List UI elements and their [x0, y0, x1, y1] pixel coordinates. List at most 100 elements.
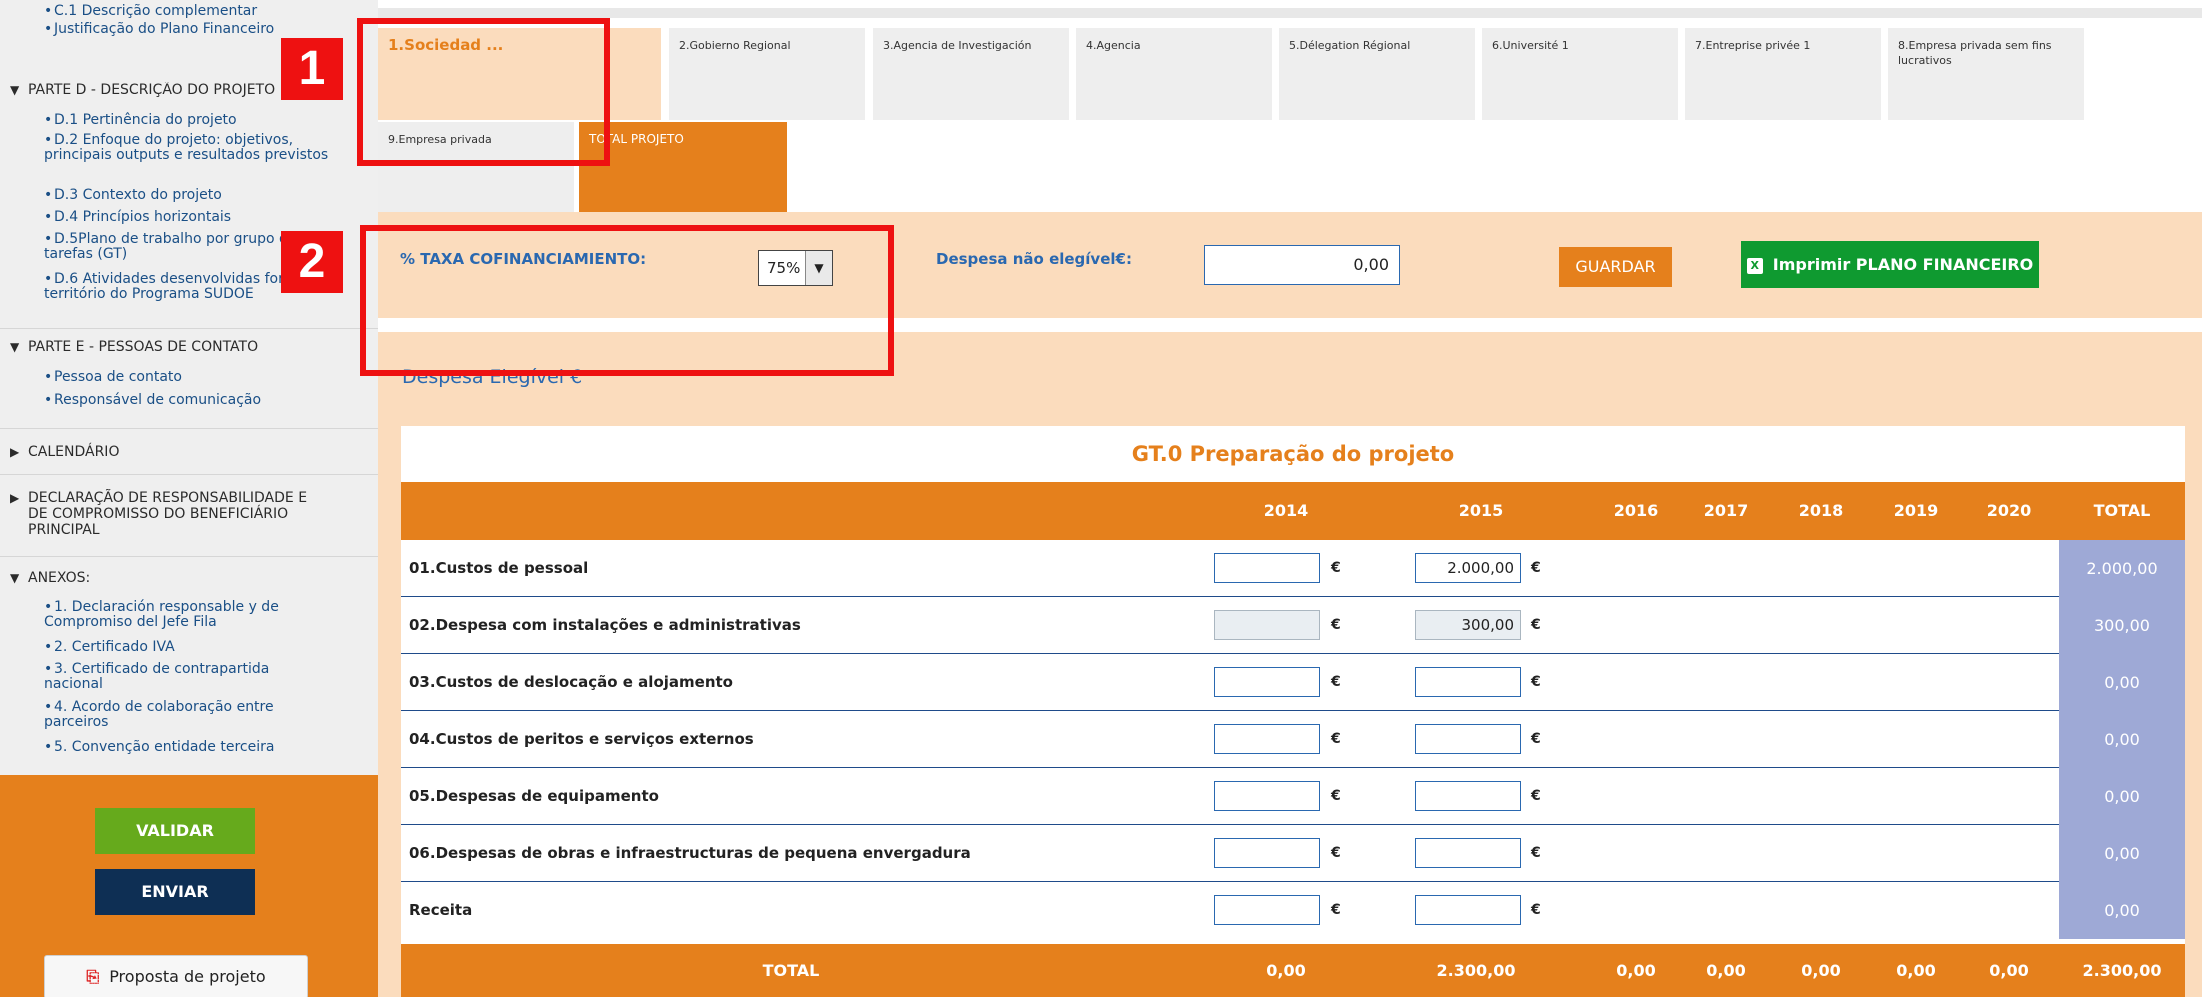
row-total: 0,00: [2059, 711, 2185, 768]
table-row: 05.Despesas de equipamento € € 0,00: [401, 768, 2185, 825]
row-label: 06.Despesas de obras e infraestructuras …: [409, 844, 971, 862]
despesa-nao-elegivel-label: Despesa não elegível€:: [936, 250, 1132, 268]
tab-partner-5[interactable]: 5.Délegation Régional: [1279, 28, 1475, 120]
col-2020: 2020: [1986, 501, 2032, 520]
sidebar-item-d2[interactable]: • D.2 Enfoque do projeto: objetivos, prin…: [44, 133, 334, 163]
footer-2020: 0,00: [1989, 961, 2029, 980]
table-row: 03.Custos de deslocação e alojamento € €…: [401, 654, 2185, 711]
table-row: 01.Custos de pessoal € 2.000,00 € 2.000,…: [401, 540, 2185, 597]
section-part-e[interactable]: ▼ PARTE E - PESSOAS DE CONTATO: [10, 339, 258, 355]
col-2018: 2018: [1798, 501, 1844, 520]
row-total: 0,00: [2059, 768, 2185, 825]
proposta-button[interactable]: ⎘ Proposta de projeto: [44, 955, 308, 997]
sidebar-item-d1[interactable]: • D.1 Pertinência do projeto: [44, 113, 237, 128]
sidebar-item-anexo-2[interactable]: • 2. Certificado IVA: [44, 640, 175, 655]
row-total: 2.000,00: [2059, 540, 2185, 597]
row-total: 300,00: [2059, 597, 2185, 654]
cell-input-2014[interactable]: [1214, 610, 1320, 640]
tab-partner-4[interactable]: 4.Agencia: [1076, 28, 1272, 120]
section-calendario[interactable]: ▶ CALENDÁRIO: [10, 444, 119, 460]
euro-sign: €: [1531, 617, 1541, 633]
tab-partner-3[interactable]: 3.Agencia de Investigación: [873, 28, 1069, 120]
footer-2017: 0,00: [1706, 961, 1746, 980]
footer-2018: 0,00: [1801, 961, 1841, 980]
guardar-button[interactable]: GUARDAR: [1559, 247, 1672, 287]
cell-input-2015[interactable]: [1415, 667, 1521, 697]
sidebar-item-responsavel[interactable]: • Responsável de comunicação: [44, 393, 261, 408]
enviar-button[interactable]: ENVIAR: [95, 869, 255, 915]
cell-input-2015[interactable]: [1415, 895, 1521, 925]
top-bar: [378, 8, 2202, 18]
imprimir-plano-button[interactable]: X Imprimir PLANO FINANCEIRO: [1741, 241, 2039, 288]
caret-down-icon: ▼: [10, 571, 20, 585]
footer-total: 2.300,00: [2082, 961, 2162, 980]
euro-sign: €: [1331, 560, 1341, 576]
row-total: 0,00: [2059, 825, 2185, 882]
table-row: Receita € € 0,00: [401, 882, 2185, 939]
table-row: 06.Despesas de obras e infraestructuras …: [401, 825, 2185, 882]
col-2019: 2019: [1893, 501, 1939, 520]
table-title: GT.0 Preparação do projeto: [1131, 442, 1455, 466]
highlight-box-1: [357, 18, 610, 166]
table-row: 04.Custos de peritos e serviços externos…: [401, 711, 2185, 768]
euro-sign: €: [1331, 731, 1341, 747]
sidebar-item-anexo-3[interactable]: • 3. Certificado de contrapartida naciona…: [44, 662, 304, 692]
row-label: 02.Despesa com instalações e administrat…: [409, 616, 801, 634]
tab-partner-7[interactable]: 7.Entreprise privée 1: [1685, 28, 1881, 120]
euro-sign: €: [1531, 674, 1541, 690]
caret-down-icon: ▼: [10, 340, 20, 354]
caret-right-icon: ▶: [10, 445, 20, 459]
despesa-nao-elegivel-input[interactable]: 0,00: [1204, 245, 1400, 285]
sidebar-item-pessoa-contato[interactable]: • Pessoa de contato: [44, 370, 182, 385]
cell-input-2015[interactable]: [1415, 781, 1521, 811]
euro-sign: €: [1331, 902, 1341, 918]
caret-right-icon: ▶: [10, 491, 20, 505]
cell-input-2015[interactable]: 300,00: [1415, 610, 1521, 640]
cell-input-2015[interactable]: [1415, 838, 1521, 868]
divider: [0, 328, 378, 329]
sidebar-item-justificacao[interactable]: • Justificação do Plano Financeiro: [44, 22, 374, 37]
col-total: TOTAL: [2093, 501, 2151, 520]
euro-sign: €: [1531, 731, 1541, 747]
cell-input-2014[interactable]: [1214, 895, 1320, 925]
col-2017: 2017: [1703, 501, 1749, 520]
pdf-icon: ⎘: [86, 967, 100, 986]
row-label: 04.Custos de peritos e serviços externos: [409, 730, 754, 748]
cell-input-2014[interactable]: [1214, 667, 1320, 697]
row-total: 0,00: [2059, 882, 2185, 939]
sidebar-item-c1[interactable]: • C.1 Descrição complementar: [44, 4, 257, 19]
sidebar-item-anexo-5[interactable]: • 5. Convenção entidade terceira: [44, 740, 274, 755]
euro-sign: €: [1531, 845, 1541, 861]
cell-input-2014[interactable]: [1214, 724, 1320, 754]
financial-table: GT.0 Preparação do projeto 2014 2015 201…: [401, 426, 2185, 997]
main-content: 1.Sociedad ... 2.Gobierno Regional 3.Age…: [378, 0, 2202, 997]
tab-partner-8[interactable]: 8.Empresa privada sem fins lucrativos: [1888, 28, 2084, 120]
table-footer: TOTAL 0,00 2.300,00 0,00 0,00 0,00 0,00 …: [401, 944, 2185, 997]
table-row: 02.Despesa com instalações e administrat…: [401, 597, 2185, 654]
euro-sign: €: [1531, 788, 1541, 804]
cell-input-2014[interactable]: [1214, 553, 1320, 583]
row-label: 03.Custos de deslocação e alojamento: [409, 673, 733, 691]
sidebar-item-anexo-4[interactable]: • 4. Acordo de colaboração entre parceiro…: [44, 700, 304, 730]
section-declaracao[interactable]: ▶ DECLARAÇÃO DE RESPONSABILIDADE E DE COM…: [10, 490, 330, 538]
row-label: Receita: [409, 901, 473, 919]
cell-input-2015[interactable]: 2.000,00: [1415, 553, 1521, 583]
highlight-number-2: 2: [281, 231, 343, 293]
tab-partner-2[interactable]: 2.Gobierno Regional: [669, 28, 865, 120]
footer-2019: 0,00: [1896, 961, 1936, 980]
sidebar-item-d3[interactable]: • D.3 Contexto do projeto: [44, 188, 222, 203]
col-2015: 2015: [1458, 501, 1504, 520]
tab-partner-6[interactable]: 6.Université 1: [1482, 28, 1678, 120]
cell-input-2015[interactable]: [1415, 724, 1521, 754]
sidebar-item-anexo-1[interactable]: • 1. Declaración responsable y de Comprom…: [44, 600, 304, 630]
footer-2016: 0,00: [1616, 961, 1656, 980]
footer-label: TOTAL: [762, 961, 820, 980]
excel-icon: X: [1746, 257, 1763, 274]
sidebar-item-d4[interactable]: • D.4 Princípios horizontais: [44, 210, 231, 225]
cell-input-2014[interactable]: [1214, 838, 1320, 868]
cell-input-2014[interactable]: [1214, 781, 1320, 811]
highlight-box-2: [360, 225, 894, 376]
tab-total-projeto[interactable]: TOTAL PROJETO: [579, 122, 787, 212]
section-anexos[interactable]: ▼ ANEXOS:: [10, 570, 90, 586]
validar-button[interactable]: VALIDAR: [95, 808, 255, 854]
